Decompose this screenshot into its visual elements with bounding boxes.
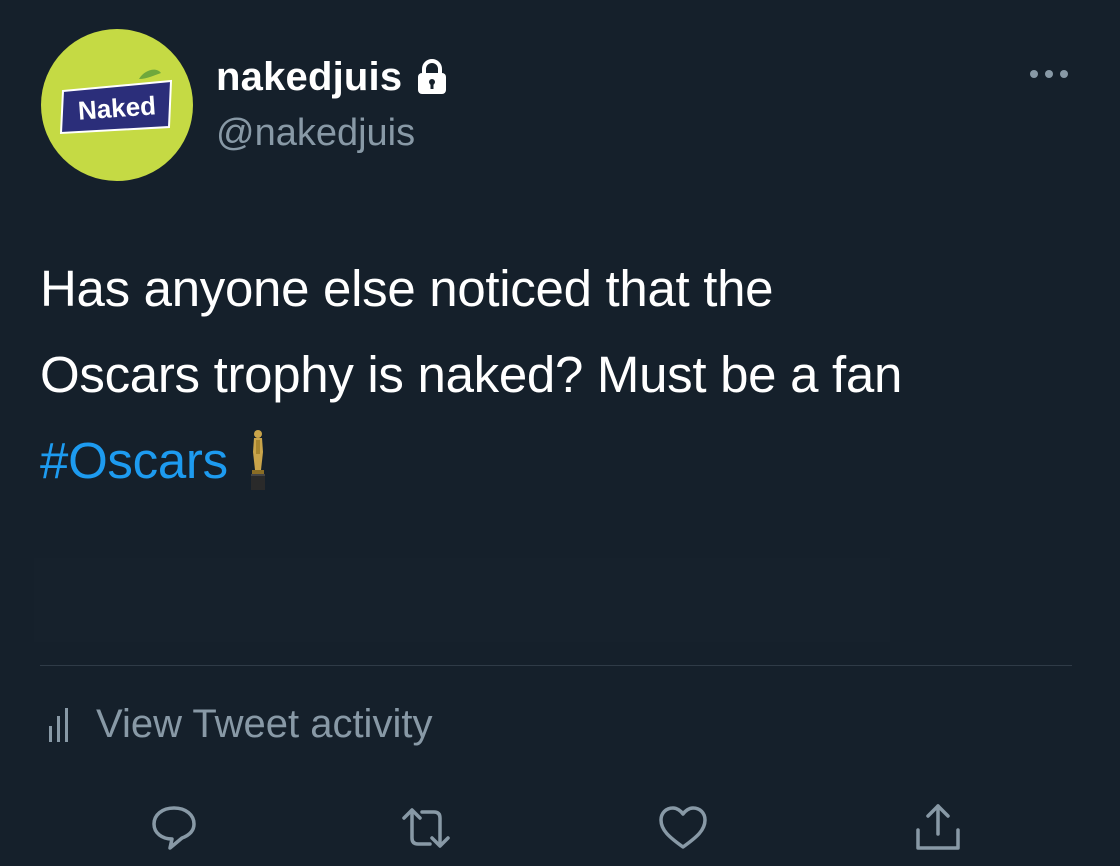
retweet-button[interactable] (398, 800, 454, 856)
more-icon[interactable] (1028, 64, 1070, 84)
view-tweet-activity-label: View Tweet activity (96, 702, 433, 746)
display-name-text: nakedjuis (216, 55, 403, 99)
avatar[interactable]: Naked (41, 29, 193, 181)
trophy-statue-icon (250, 430, 265, 490)
bar-chart-icon (49, 708, 68, 742)
tweet-text: Has anyone else noticed that the Oscars … (40, 246, 1090, 504)
hashtag-link[interactable]: #Oscars (40, 432, 228, 489)
lock-icon (418, 59, 447, 94)
tweet-text-line-2: Oscars trophy is naked? Must be a fan (40, 346, 903, 403)
avatar-logo-text: Naked (77, 90, 157, 125)
view-tweet-activity-button[interactable]: View Tweet activity (46, 700, 432, 748)
tweet-text-line-1: Has anyone else noticed that the (40, 260, 774, 317)
share-icon (916, 804, 960, 850)
divider (40, 665, 1072, 666)
tweet-text-line-3: #Oscars (40, 418, 1090, 504)
reply-button[interactable] (146, 800, 202, 856)
like-icon (659, 806, 707, 849)
handle[interactable]: @nakedjuis (216, 111, 415, 155)
naked-logo: Naked (59, 69, 173, 135)
share-button[interactable] (910, 800, 966, 856)
reply-icon (152, 806, 196, 850)
tweet-detail: Naked nakedjuis @nakedjuis Has anyone el… (0, 0, 1120, 866)
media-placeholder (34, 558, 890, 642)
display-name[interactable]: nakedjuis (216, 54, 450, 100)
retweet-icon (402, 808, 450, 848)
like-button[interactable] (655, 800, 711, 856)
